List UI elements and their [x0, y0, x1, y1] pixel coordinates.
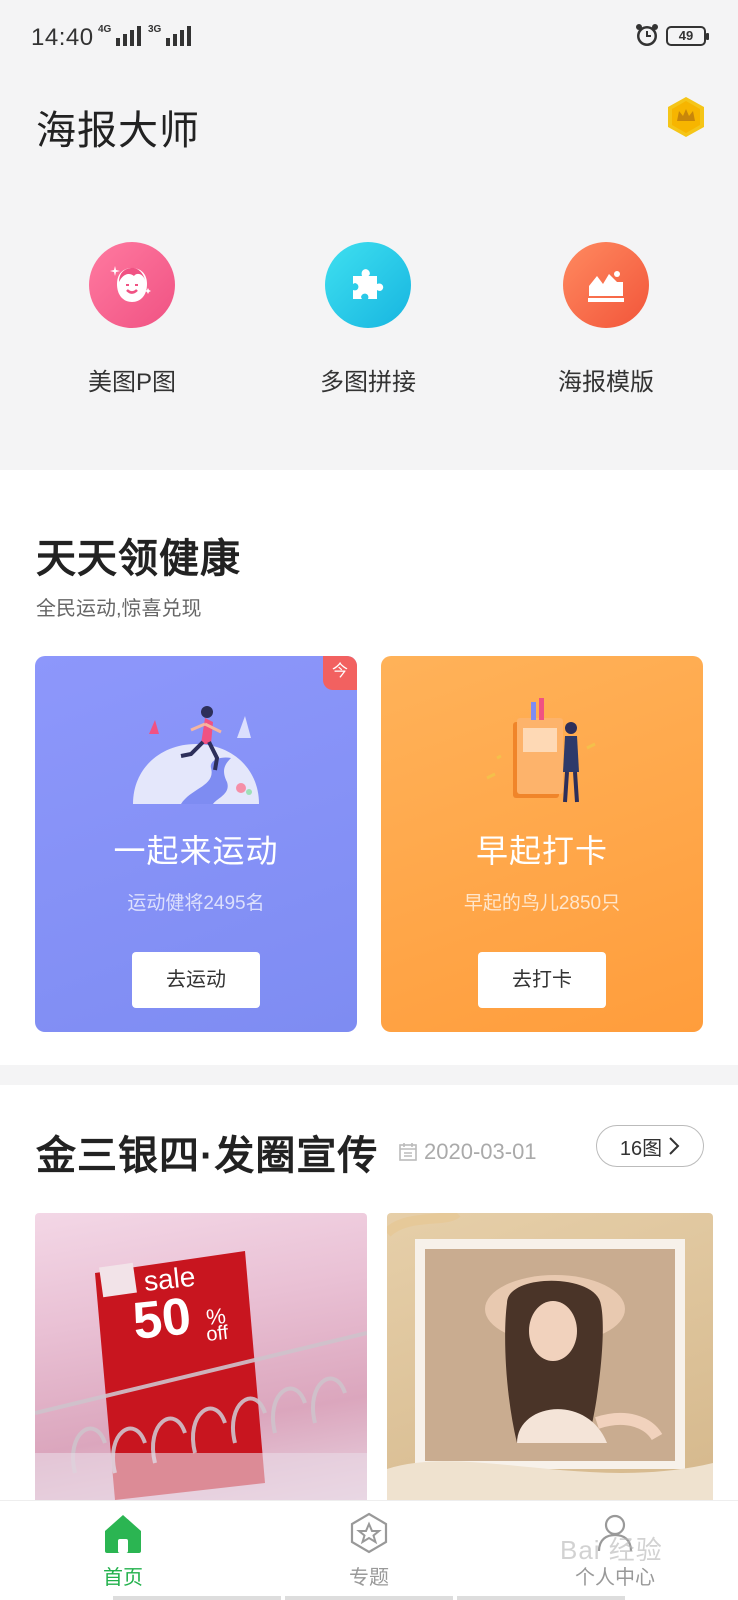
promo-section: 金三银四·发圈宣传 2020-03-01 16图 sale 50 % off: [0, 1085, 738, 1500]
tab-topics[interactable]: 专题: [299, 1511, 439, 1590]
status-time: 14:40: [31, 24, 94, 51]
promo-date-text: 2020-03-01: [424, 1139, 537, 1164]
card-title: 早起打卡: [475, 833, 608, 869]
runner-illustration-icon: [133, 706, 259, 804]
star-badge-icon: [350, 1512, 388, 1554]
app-title: 海报大师: [36, 109, 200, 153]
card-subtitle: 运动健将2495名: [127, 893, 265, 914]
calendar-icon: [399, 1143, 417, 1161]
chevron-right-icon: [669, 1137, 680, 1155]
network-type-1: 4G: [98, 24, 112, 35]
app-bar: 海报大师: [0, 76, 738, 180]
promo-title: 金三银四·发圈宣传: [36, 1134, 379, 1178]
sale-poster-image[interactable]: sale 50 % off: [35, 1213, 367, 1500]
tool-label: 海报模版: [558, 369, 654, 396]
early-checkin-card[interactable]: 早起打卡 早起的鸟儿2850只 去打卡: [381, 656, 703, 1032]
tab-label: 首页: [103, 1567, 143, 1589]
watermark: Bai 经验: [560, 1535, 663, 1565]
picture-count-label: 16图: [619, 1137, 663, 1160]
section-title: 天天领健康: [36, 537, 241, 581]
portrait-poster-image[interactable]: [387, 1213, 713, 1500]
tab-label: 专题: [349, 1567, 389, 1589]
tools-section: 美图P图 多图拼接 海报模版: [0, 186, 738, 470]
signal-3g-icon: 3G: [148, 24, 192, 46]
sale-off-text: off: [205, 1322, 229, 1346]
sale-percent-number: 50: [130, 1287, 194, 1351]
tab-home[interactable]: 首页: [53, 1511, 193, 1590]
network-type-2: 3G: [148, 24, 162, 35]
sale-tag-illustration: sale 50 % off: [35, 1251, 367, 1500]
face-sparkle-icon: [89, 242, 175, 328]
card-subtitle: 早起的鸟儿2850只: [463, 893, 621, 914]
tool-beauty-edit[interactable]: 美图P图: [32, 242, 232, 397]
health-section: 天天领健康 全民运动,惊喜兑现 今 一起来运动 运动健将2495名 去运动 早起…: [0, 470, 738, 1065]
promo-date: 2020-03-01: [398, 1139, 537, 1165]
go-checkin-button[interactable]: 去打卡: [478, 952, 606, 1008]
tool-label: 美图P图: [87, 369, 176, 396]
signal-4g-icon: 4G: [98, 24, 142, 46]
home-icon: [105, 1515, 141, 1553]
exercise-card[interactable]: 今 一起来运动 运动健将2495名 去运动: [35, 656, 357, 1032]
today-badge: 今: [323, 656, 357, 690]
tool-poster-template[interactable]: 海报模版: [506, 242, 706, 397]
portrait-illustration: [387, 1213, 713, 1500]
go-exercise-button[interactable]: 去运动: [132, 952, 260, 1008]
calendar-person-illustration-icon: [486, 698, 596, 803]
tool-multi-collage[interactable]: 多图拼接: [268, 242, 468, 397]
crown-hexagon-icon[interactable]: [666, 96, 706, 138]
picture-count-button[interactable]: 16图: [596, 1125, 704, 1167]
alarm-icon: [636, 24, 658, 46]
puzzle-icon: [325, 242, 411, 328]
home-indicator: [0, 1596, 738, 1600]
tool-label: 多图拼接: [320, 369, 416, 396]
picture-mountain-icon: [563, 242, 649, 328]
card-title: 一起来运动: [113, 833, 279, 869]
section-subtitle: 全民运动,惊喜兑现: [36, 598, 202, 620]
battery-indicator: 49: [666, 26, 709, 46]
status-bar: 14:40 4G 3G 49: [0, 0, 738, 76]
